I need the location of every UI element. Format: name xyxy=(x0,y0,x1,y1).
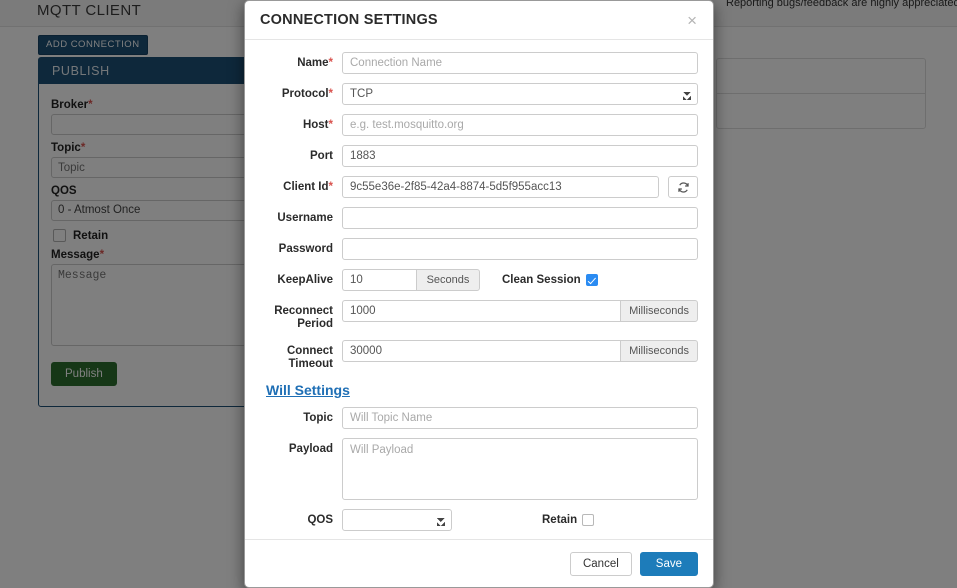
reconnect-period-input[interactable] xyxy=(342,300,621,322)
will-payload-row: Payload xyxy=(260,438,698,500)
protocol-row: Protocol* TCP xyxy=(260,83,698,105)
connect-timeout-control: Milliseconds xyxy=(342,340,698,362)
modal-body: Name* Protocol* TCP Host* xyxy=(245,40,713,539)
port-control xyxy=(342,145,698,167)
host-row: Host* xyxy=(260,114,698,136)
connect-timeout-input[interactable] xyxy=(342,340,621,362)
port-row: Port xyxy=(260,145,698,167)
name-label: Name* xyxy=(260,52,342,70)
will-payload-textarea[interactable] xyxy=(342,438,698,500)
client-id-label-text: Client Id xyxy=(283,181,329,193)
password-label: Password xyxy=(278,243,333,255)
will-topic-row: Topic xyxy=(260,407,698,429)
refresh-icon[interactable] xyxy=(668,176,698,198)
save-button[interactable]: Save xyxy=(639,551,698,576)
host-control xyxy=(342,114,698,136)
will-retain-label: Retain xyxy=(542,514,578,526)
reconnect-period-label: Reconnect Period xyxy=(274,305,333,330)
name-input[interactable] xyxy=(342,52,698,74)
port-input[interactable] xyxy=(342,145,698,167)
modal-title: CONNECTION SETTINGS xyxy=(260,12,438,28)
keepalive-control: Seconds Clean Session xyxy=(342,269,698,291)
will-retain-row[interactable]: Retain xyxy=(542,514,595,526)
reconnect-period-input-group: Milliseconds xyxy=(342,300,698,322)
connect-timeout-input-group: Milliseconds xyxy=(342,340,698,362)
host-label-text: Host xyxy=(302,119,329,131)
keepalive-label: KeepAlive xyxy=(277,274,333,286)
host-label: Host* xyxy=(260,114,342,132)
client-id-control xyxy=(342,176,698,198)
username-control xyxy=(342,207,698,229)
reconnect-period-row: Reconnect Period Milliseconds xyxy=(260,300,698,331)
will-qos-control: Retain xyxy=(342,509,698,531)
keepalive-unit-addon: Seconds xyxy=(416,269,480,291)
keepalive-row: KeepAlive Seconds Clean Session xyxy=(260,269,698,291)
name-required-mark: * xyxy=(328,57,333,69)
port-label: Port xyxy=(310,150,333,162)
connect-timeout-label: Connect Timeout xyxy=(287,345,333,370)
clean-session-row[interactable]: Clean Session xyxy=(502,274,598,286)
modal-footer: Cancel Save xyxy=(245,539,713,587)
username-label: Username xyxy=(277,212,333,224)
client-id-input[interactable] xyxy=(342,176,659,198)
keepalive-input-group: Seconds xyxy=(342,269,480,291)
will-qos-select[interactable] xyxy=(342,509,452,531)
name-label-text: Name xyxy=(297,57,329,69)
cancel-button[interactable]: Cancel xyxy=(569,551,632,576)
keepalive-input[interactable] xyxy=(342,269,416,291)
modal-header: CONNECTION SETTINGS × xyxy=(245,1,713,40)
protocol-select[interactable]: TCP xyxy=(342,83,698,105)
will-qos-row: QOS Retain xyxy=(260,509,698,531)
connection-settings-modal: CONNECTION SETTINGS × Name* Protocol* TC… xyxy=(244,0,714,588)
password-input[interactable] xyxy=(342,238,698,260)
will-payload-control xyxy=(342,438,698,500)
connect-timeout-row: Connect Timeout Milliseconds xyxy=(260,340,698,371)
client-id-required-mark: * xyxy=(328,181,333,193)
host-input[interactable] xyxy=(342,114,698,136)
name-control xyxy=(342,52,698,74)
clean-session-checkbox[interactable] xyxy=(585,274,598,286)
protocol-label: Protocol* xyxy=(260,83,342,101)
client-id-label: Client Id* xyxy=(260,176,342,194)
client-id-row: Client Id* xyxy=(260,176,698,198)
protocol-label-text: Protocol xyxy=(281,88,329,100)
will-settings-link[interactable]: Will Settings xyxy=(266,382,350,398)
reconnect-period-control: Milliseconds xyxy=(342,300,698,322)
username-input[interactable] xyxy=(342,207,698,229)
password-row: Password xyxy=(260,238,698,260)
will-topic-input[interactable] xyxy=(342,407,698,429)
close-icon[interactable]: × xyxy=(686,12,698,29)
will-payload-label: Payload xyxy=(288,443,333,455)
protocol-control: TCP xyxy=(342,83,698,105)
username-row: Username xyxy=(260,207,698,229)
will-topic-control xyxy=(342,407,698,429)
will-qos-label: QOS xyxy=(307,514,333,526)
will-topic-label: Topic xyxy=(303,412,333,424)
host-required-mark: * xyxy=(328,119,333,131)
password-control xyxy=(342,238,698,260)
name-row: Name* xyxy=(260,52,698,74)
will-retain-checkbox[interactable] xyxy=(582,514,595,526)
connect-timeout-unit-addon: Milliseconds xyxy=(620,340,698,362)
protocol-required-mark: * xyxy=(328,88,333,100)
clean-session-label: Clean Session xyxy=(502,274,581,286)
reconnect-period-unit-addon: Milliseconds xyxy=(620,300,698,322)
